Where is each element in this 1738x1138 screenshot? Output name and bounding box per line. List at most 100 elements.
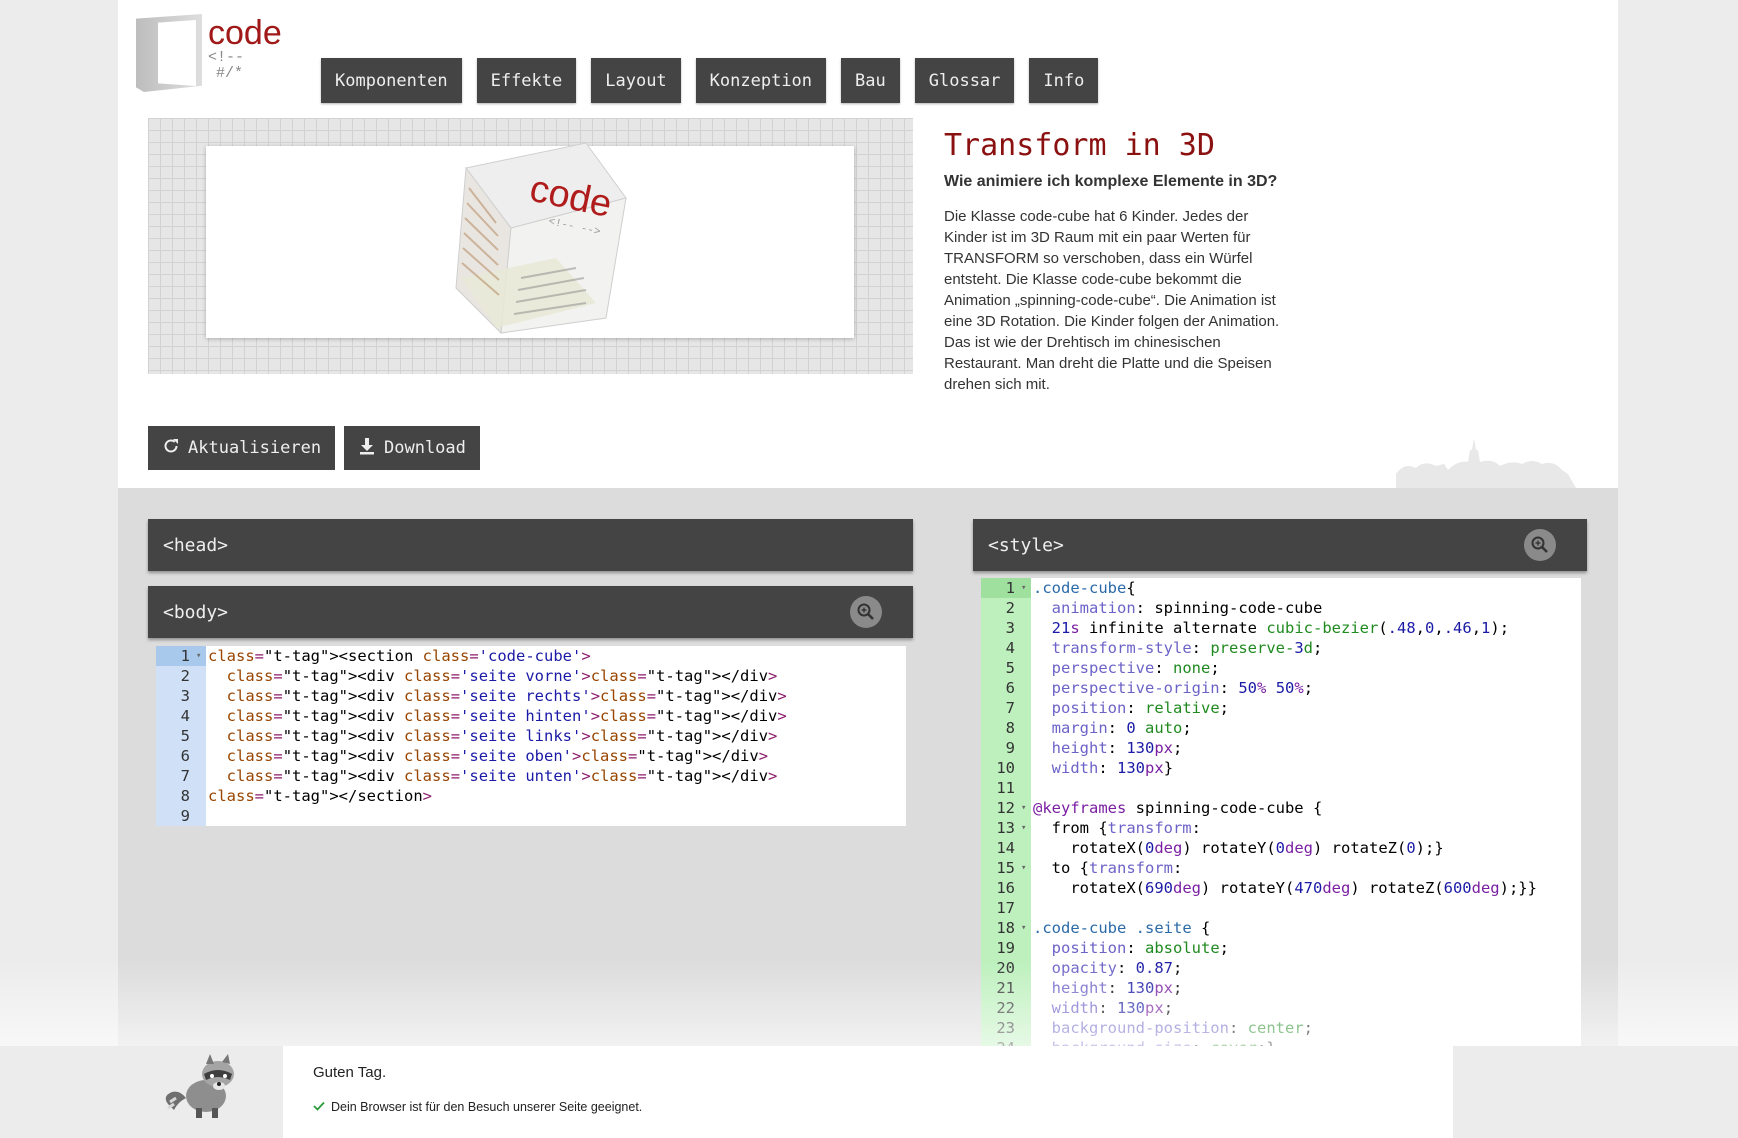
nav-bau[interactable]: Bau — [841, 58, 900, 103]
code-text: margin: 0 auto; — [1051, 719, 1192, 737]
code-line[interactable]: 4 class="t-tag"><div class='seite hinten… — [156, 706, 906, 726]
line-number: 5 — [981, 658, 1021, 678]
code-line[interactable]: 23 background-position: center; — [981, 1018, 1581, 1038]
code-text: opacity: 0.87; — [1051, 959, 1183, 977]
head-panel-header[interactable]: <head> — [148, 519, 913, 571]
fold-gutter — [1021, 838, 1031, 858]
line-number: 1 — [156, 646, 196, 666]
fold-gutter — [1021, 758, 1031, 778]
download-button[interactable]: Download — [344, 426, 480, 470]
code-line[interactable]: 1 ▾ class="t-tag"><section class='code-cub… — [156, 646, 906, 666]
line-number: 9 — [156, 806, 196, 826]
code-text: to {transform: — [1033, 859, 1183, 877]
fold-arrow-icon[interactable]: ▾ — [1021, 918, 1031, 938]
code-text: width: 130px} — [1051, 759, 1174, 777]
style-panel-title: <style> — [988, 534, 1064, 556]
code-line[interactable]: 5 perspective: none; — [981, 658, 1581, 678]
fold-arrow-icon[interactable]: ▾ — [1021, 798, 1031, 818]
nav-info[interactable]: Info — [1029, 58, 1099, 103]
fold-gutter — [1021, 698, 1031, 718]
fold-gutter — [1021, 638, 1031, 658]
code-line[interactable]: 22 width: 130px; — [981, 998, 1581, 1018]
fold-gutter — [1021, 1018, 1031, 1038]
code-line[interactable]: 21 height: 130px; — [981, 978, 1581, 998]
download-label: Download — [384, 438, 466, 458]
code-line[interactable]: 11 — [981, 778, 1581, 798]
nav-effekte[interactable]: Effekte — [476, 58, 577, 103]
code-line[interactable]: 4 transform-style: preserve-3d; — [981, 638, 1581, 658]
line-number: 9 — [981, 738, 1021, 758]
code-line[interactable]: 8 class="t-tag"></section> — [156, 786, 906, 806]
fold-gutter — [196, 686, 206, 706]
page-title: Transform in 3D — [944, 128, 1215, 163]
fold-gutter — [1021, 718, 1031, 738]
line-number: 3 — [156, 686, 196, 706]
code-line[interactable]: 7 position: relative; — [981, 698, 1581, 718]
code-line[interactable]: 10 width: 130px} — [981, 758, 1581, 778]
fold-gutter — [1021, 978, 1031, 998]
code-line[interactable]: 16 rotateX(690deg) rotateY(470deg) rotat… — [981, 878, 1581, 898]
code-text: .code-cube .seite { — [1033, 919, 1211, 937]
fold-gutter — [196, 806, 206, 826]
line-number: 2 — [981, 598, 1021, 618]
code-line[interactable]: 20 opacity: 0.87; — [981, 958, 1581, 978]
code-line[interactable]: 3 class="t-tag"><div class='seite rechts… — [156, 686, 906, 706]
code-line[interactable]: 2 class="t-tag"><div class='seite vorne'… — [156, 666, 906, 686]
code-line[interactable]: 3 21s infinite alternate cubic-bezier(.4… — [981, 618, 1581, 638]
browser-notice: Guten Tag. Dein Browser ist für den Besu… — [0, 1046, 1738, 1138]
code-line[interactable]: 9 height: 130px; — [981, 738, 1581, 758]
code-line[interactable]: 1 ▾ .code-cube{ — [981, 578, 1581, 598]
line-number: 12 — [981, 798, 1021, 818]
code-line[interactable]: 18 ▾ .code-cube .seite { — [981, 918, 1581, 938]
code-line[interactable]: 15 ▾ to {transform: — [981, 858, 1581, 878]
nav-konzeption[interactable]: Konzeption — [695, 58, 827, 103]
code-line[interactable]: 6 class="t-tag"><div class='seite oben'>… — [156, 746, 906, 766]
code-line[interactable]: 17 — [981, 898, 1581, 918]
raccoon-mascot-icon — [160, 1052, 246, 1118]
line-number: 16 — [981, 878, 1021, 898]
style-panel-header[interactable]: <style> — [973, 519, 1587, 571]
line-number: 4 — [156, 706, 196, 726]
nav-komponenten[interactable]: Komponenten — [321, 58, 462, 103]
nav-layout[interactable]: Layout — [591, 58, 681, 103]
download-icon — [358, 437, 376, 460]
css-code-editor[interactable]: 1 ▾ .code-cube{2 animation: spinning-code-… — [981, 578, 1581, 1048]
logo-comment: <!-- — [208, 49, 245, 66]
code-line[interactable]: 5 class="t-tag"><div class='seite links'… — [156, 726, 906, 746]
logo-comment: #/* — [216, 65, 244, 82]
code-line[interactable]: 2 animation: spinning-code-cube — [981, 598, 1581, 618]
nav-glossar[interactable]: Glossar — [914, 58, 1015, 103]
line-number: 4 — [981, 638, 1021, 658]
html-code-editor[interactable]: 1 ▾ class="t-tag"><section class='code-cub… — [156, 646, 906, 826]
body-panel-header[interactable]: <body> — [148, 586, 913, 638]
line-number: 19 — [981, 938, 1021, 958]
code-line[interactable]: 8 margin: 0 auto; — [981, 718, 1581, 738]
preview-card: code <!-- --> — [206, 142, 854, 338]
fold-arrow-icon[interactable]: ▾ — [196, 646, 206, 666]
line-number: 14 — [981, 838, 1021, 858]
code-text: transform-style: preserve-3d; — [1051, 639, 1323, 657]
fold-gutter — [196, 666, 206, 686]
line-number: 5 — [156, 726, 196, 746]
zoom-icon[interactable] — [850, 596, 882, 628]
fold-arrow-icon[interactable]: ▾ — [1021, 818, 1031, 838]
code-line[interactable]: 12 ▾ @keyframes spinning-code-cube { — [981, 798, 1581, 818]
code-line[interactable]: 19 position: absolute; — [981, 938, 1581, 958]
code-line[interactable]: 6 perspective-origin: 50% 50%; — [981, 678, 1581, 698]
code-line[interactable]: 14 rotateX(0deg) rotateY(0deg) rotateZ(0… — [981, 838, 1581, 858]
code-line[interactable]: 13 ▾ from {transform: — [981, 818, 1581, 838]
code-text: width: 130px; — [1051, 999, 1174, 1017]
code-line[interactable]: 9 — [156, 806, 906, 826]
code-line[interactable]: 7 class="t-tag"><div class='seite unten'… — [156, 766, 906, 786]
code-text: height: 130px; — [1051, 979, 1183, 997]
fold-arrow-icon[interactable]: ▾ — [1021, 578, 1031, 598]
site-logo[interactable]: code <!-- #/* — [136, 12, 296, 97]
fold-gutter — [1021, 998, 1031, 1018]
notice-title: Guten Tag. — [313, 1064, 387, 1081]
fold-arrow-icon[interactable]: ▾ — [1021, 858, 1031, 878]
zoom-icon[interactable] — [1524, 529, 1556, 561]
line-number: 13 — [981, 818, 1021, 838]
refresh-button[interactable]: Aktualisieren — [148, 426, 336, 470]
